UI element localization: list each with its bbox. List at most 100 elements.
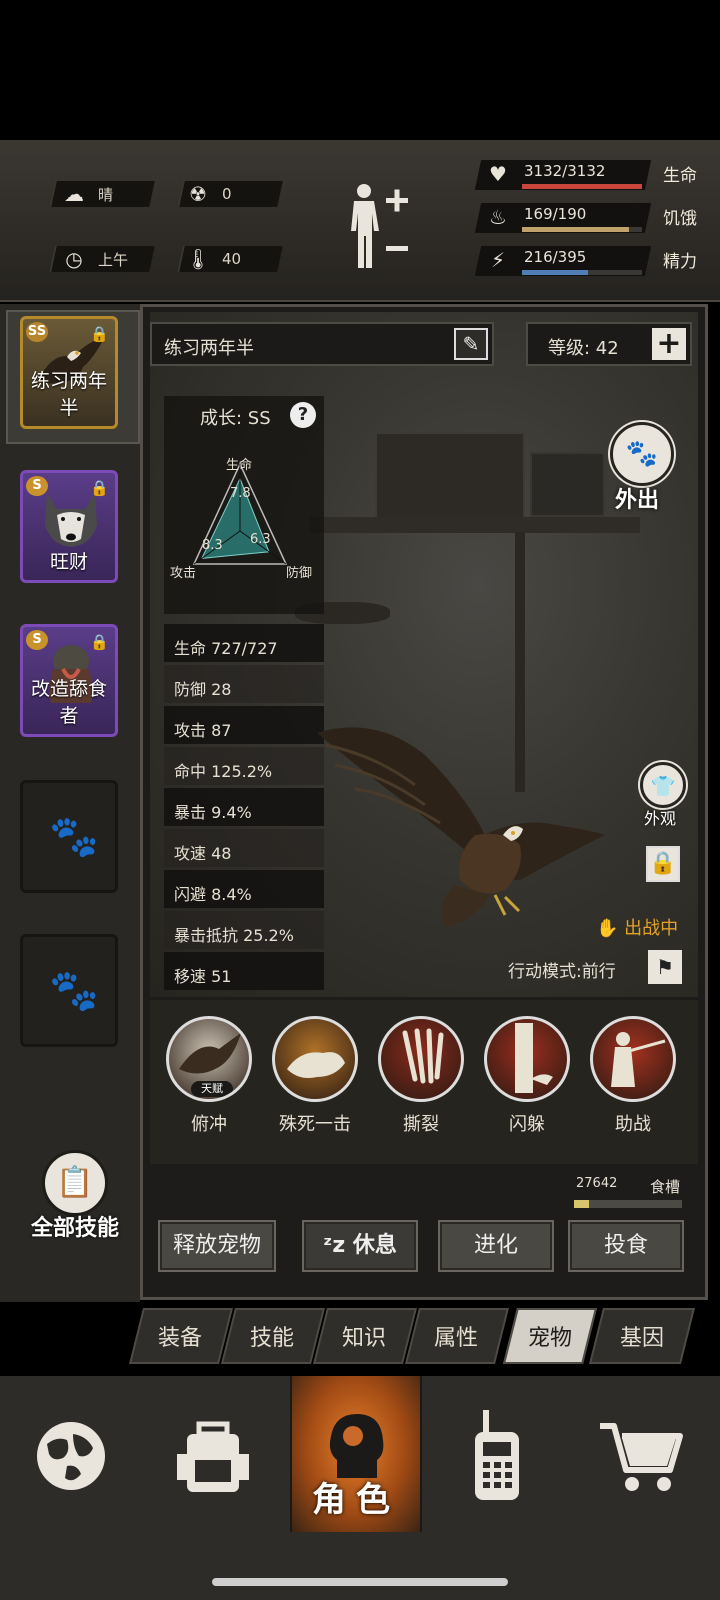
life-value: 3132/3132 — [524, 162, 606, 180]
pet-slot-empty-1[interactable]: 🐾 — [20, 780, 118, 893]
skill-name: 撕裂 — [403, 1114, 439, 1135]
food-count: 27642 — [576, 1176, 618, 1191]
hunger-bar-fill — [522, 227, 629, 232]
pet-name: 改造舔食者 — [30, 678, 107, 727]
growth-panel: 成长: SS ? 生命 攻击 防御 7.8 8.3 6.3 — [164, 396, 324, 614]
pet-slot-empty-2[interactable]: 🐾 — [20, 934, 118, 1047]
deploy-status-text: 出战中 — [624, 918, 679, 939]
dodge-art — [515, 1023, 553, 1093]
stat-defense: 防御 28 — [164, 665, 324, 703]
skill-name: 助战 — [615, 1114, 651, 1135]
action-mode-button[interactable]: ⚑ — [648, 950, 682, 984]
stat-attack-speed: 攻速 48 — [164, 829, 324, 867]
level-up-button[interactable]: + — [652, 328, 686, 360]
pet-lock-button[interactable]: 🔒 — [646, 846, 680, 882]
paw-icon: 🐾 — [49, 814, 99, 860]
paw-prints-icon: 🐾 — [625, 439, 659, 469]
weather-status: ☁ 晴 — [60, 180, 113, 208]
stat-life: 生命 727/727 — [164, 624, 324, 662]
pet-eagle-figure — [317, 727, 605, 927]
backpack-icon — [177, 1421, 249, 1492]
rest-label: 休息 — [352, 1233, 397, 1258]
walkie-talkie-icon — [475, 1410, 519, 1500]
evolve-label: 进化 — [473, 1233, 518, 1258]
skill-dive-icon: 天赋 — [166, 1016, 252, 1102]
feed-label: 投食 — [603, 1233, 648, 1258]
flag-icon: ⚑ — [656, 955, 674, 979]
pet-grade-badge: S — [26, 476, 48, 496]
skill-last-stand[interactable]: 殊死一击 — [272, 1016, 358, 1136]
skill-rend-icon — [378, 1016, 464, 1102]
time-status: ◷ 上午 — [60, 245, 128, 273]
help-icon[interactable]: ? — [290, 402, 316, 428]
hunger-label: 饥饿 — [663, 209, 697, 229]
edit-name-button[interactable]: ✎ — [454, 328, 488, 360]
food-bar — [574, 1200, 682, 1208]
stat-crit: 暴击 9.4% — [164, 788, 324, 826]
radar-defense-value: 6.3 — [250, 532, 271, 547]
radar-life-value: 7.8 — [230, 486, 251, 501]
skill-dive[interactable]: 天赋 俯冲 — [166, 1016, 252, 1136]
release-pet-button[interactable]: 释放宠物 — [158, 1220, 276, 1272]
vital-hunger: ♨ 169/190 饥饿 — [474, 199, 708, 235]
rest-button[interactable]: ᶻz 休息 — [302, 1220, 418, 1272]
all-skills-button[interactable]: 📋 全部技能 — [28, 1150, 122, 1242]
home-indicator[interactable] — [212, 1578, 508, 1586]
skill-name: 殊死一击 — [279, 1114, 351, 1135]
nav-inventory[interactable] — [148, 1386, 278, 1526]
pet-grade-badge: S — [26, 630, 48, 650]
nav-world[interactable] — [6, 1386, 136, 1526]
paw-hand-icon: ✋ — [596, 918, 619, 939]
temperature-status: 🌡 40 — [184, 245, 241, 273]
lock-icon: 🔒 — [90, 479, 109, 497]
skill-assist[interactable]: 助战 — [590, 1016, 676, 1136]
skill-rend[interactable]: 撕裂 — [378, 1016, 464, 1136]
radar-attack-label: 攻击 — [170, 566, 197, 581]
lock-icon: 🔒 — [90, 325, 109, 343]
life-bar — [522, 184, 642, 189]
hunter-art — [611, 1032, 666, 1087]
pet-name-value: 练习两年半 — [164, 338, 254, 359]
hunger-value: 169/190 — [524, 205, 587, 223]
pet-slot-3[interactable]: S 🔒 改造舔食者 — [20, 624, 118, 737]
stat-move-speed: 移速 51 — [164, 952, 324, 990]
skill-last-stand-icon — [272, 1016, 358, 1102]
clock-icon: ◷ — [65, 247, 83, 271]
stat-dodge: 闪避 8.4% — [164, 870, 324, 908]
skill-name: 闪躲 — [509, 1114, 545, 1135]
pet-name-field[interactable]: 练习两年半 ✎ — [150, 322, 494, 366]
pet-level-field: 等级: 42 + — [526, 322, 692, 366]
cart-icon — [600, 1423, 683, 1491]
appearance-label: 外观 — [644, 809, 677, 828]
skill-dodge[interactable]: 闪躲 — [484, 1016, 570, 1136]
life-bar-fill — [522, 184, 642, 189]
body-status-icon[interactable] — [346, 182, 416, 278]
nav-shop[interactable] — [576, 1386, 706, 1526]
skill-dodge-icon — [484, 1016, 570, 1102]
evolve-button[interactable]: 进化 — [438, 1220, 554, 1272]
paw-icon: 🐾 — [49, 968, 99, 1014]
tab-attributes-label: 属性 — [434, 1326, 479, 1351]
skill-name: 俯冲 — [191, 1114, 227, 1135]
temperature-value: 40 — [222, 250, 242, 268]
life-label: 生命 — [663, 166, 697, 186]
food-label: 食槽 — [650, 1178, 681, 1196]
energy-label: 精力 — [663, 252, 697, 272]
feed-button[interactable]: 投食 — [568, 1220, 684, 1272]
vital-life: ♥ 3132/3132 生命 — [474, 156, 708, 192]
heartbeat-icon: ♥ — [489, 162, 507, 186]
outing-button[interactable]: 🐾 — [610, 422, 674, 486]
stomach-icon: ♨ — [489, 205, 507, 229]
tab-genes-label: 基因 — [620, 1326, 665, 1351]
thermometer-icon: 🌡 — [185, 247, 211, 271]
scene-table — [310, 517, 640, 533]
pet-slot-1[interactable]: SS 🔒 练习两年半 — [20, 316, 118, 429]
nav-radio[interactable] — [432, 1386, 562, 1526]
deploy-status: ✋ 出战中 — [596, 914, 678, 940]
radiation-value: 0 — [222, 185, 232, 203]
appearance-button[interactable]: 👕 — [640, 762, 686, 808]
tab-equipment-label: 装备 — [158, 1326, 203, 1351]
cloud-sun-icon: ☁ — [64, 182, 84, 206]
energy-bar — [522, 270, 642, 275]
pet-slot-2[interactable]: S 🔒 旺财 — [20, 470, 118, 583]
